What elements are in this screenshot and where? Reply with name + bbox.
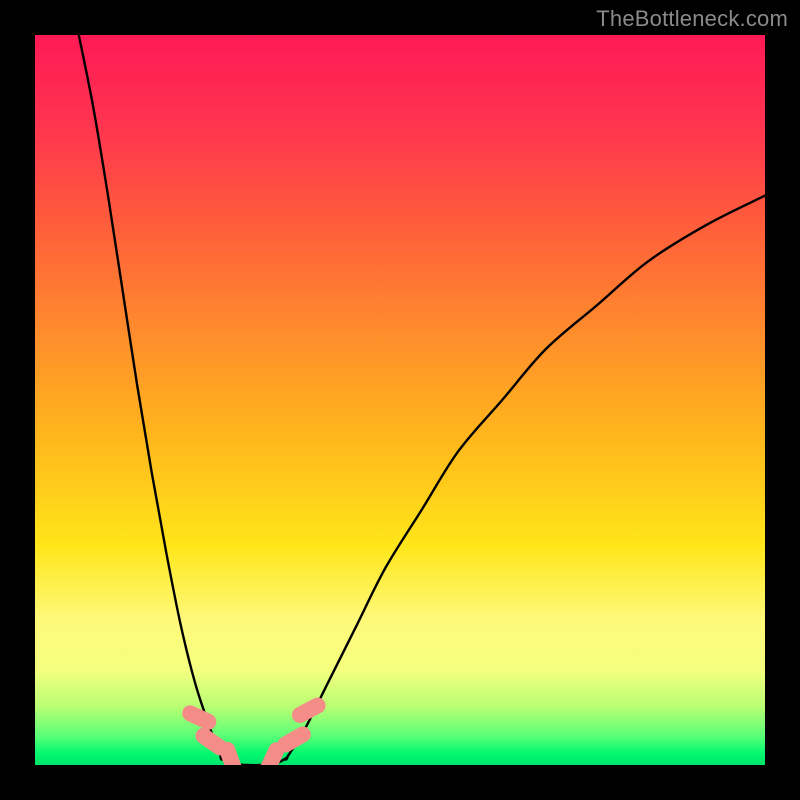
marker-pill xyxy=(275,724,314,756)
plot-area xyxy=(35,35,765,765)
marker-pill xyxy=(180,703,219,733)
watermark-label: TheBottleneck.com xyxy=(596,6,788,32)
bottleneck-curve xyxy=(35,35,765,765)
chart-frame: TheBottleneck.com xyxy=(0,0,800,800)
